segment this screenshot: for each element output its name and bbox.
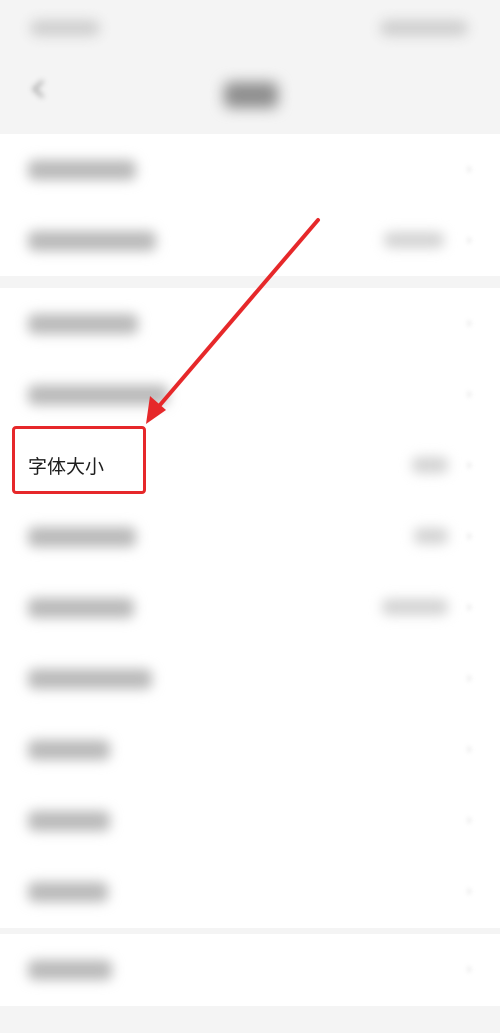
page-title <box>224 82 278 108</box>
chevron-right-icon: › <box>466 455 473 474</box>
status-time <box>30 20 100 36</box>
chevron-right-icon: › <box>466 597 473 616</box>
chevron-right-icon: › <box>466 230 473 249</box>
row-label <box>28 882 108 902</box>
row-label <box>28 811 110 831</box>
row-label <box>28 160 136 180</box>
row-label <box>28 598 134 618</box>
chevron-right-icon: › <box>466 959 473 978</box>
chevron-right-icon: › <box>466 526 473 545</box>
row-label <box>28 527 136 547</box>
row-value <box>382 599 448 615</box>
highlight-box <box>12 426 146 494</box>
row-value <box>384 232 444 248</box>
navigation-bar <box>0 60 500 120</box>
row-label <box>28 231 156 251</box>
settings-section-3: › <box>0 934 500 1006</box>
settings-row[interactable]: › <box>0 572 500 643</box>
chevron-right-icon: › <box>466 384 473 403</box>
row-label <box>28 740 110 760</box>
settings-section-2: › › › › › › › › › <box>0 288 500 928</box>
chevron-right-icon: › <box>466 881 473 900</box>
settings-row[interactable]: › <box>0 205 500 276</box>
row-label <box>28 960 112 980</box>
chevron-right-icon: › <box>466 810 473 829</box>
settings-row[interactable]: › <box>0 643 500 714</box>
row-value <box>414 528 448 544</box>
settings-section-1: › › <box>0 134 500 276</box>
chevron-right-icon: › <box>466 313 473 332</box>
status-indicators <box>380 20 468 36</box>
settings-row[interactable]: › <box>0 501 500 572</box>
chevron-right-icon: › <box>466 668 473 687</box>
settings-row[interactable]: › <box>0 134 500 205</box>
settings-row[interactable]: › <box>0 359 500 430</box>
chevron-right-icon: › <box>466 159 473 178</box>
row-label <box>28 669 152 689</box>
settings-row[interactable]: › <box>0 288 500 359</box>
status-bar <box>0 0 500 60</box>
settings-row[interactable]: › <box>0 856 500 927</box>
row-label <box>28 314 138 334</box>
row-label <box>28 385 168 405</box>
chevron-right-icon: › <box>466 739 473 758</box>
settings-row[interactable]: › <box>0 785 500 856</box>
back-arrow-icon[interactable] <box>28 78 50 100</box>
settings-row[interactable]: › <box>0 714 500 785</box>
row-value <box>412 457 448 473</box>
settings-row[interactable]: › <box>0 934 500 1005</box>
